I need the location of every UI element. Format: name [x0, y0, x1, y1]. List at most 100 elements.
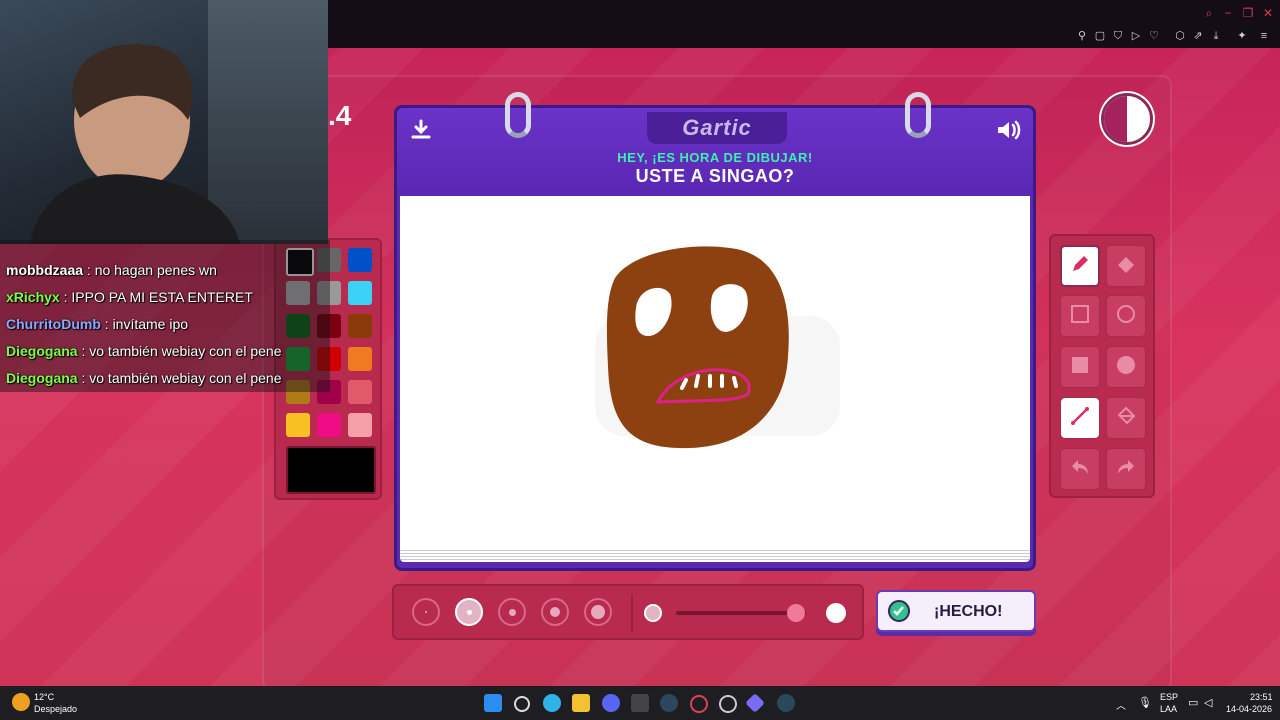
volume-icon[interactable]	[995, 118, 1023, 142]
binder-ring-right	[905, 92, 931, 138]
shield-icon[interactable]: ⛉	[1111, 29, 1125, 43]
ellipse-fill-icon	[1116, 355, 1136, 380]
chat-username: Diegogana	[6, 343, 78, 359]
undo-button[interactable]	[1060, 448, 1100, 490]
brush-size-1[interactable]	[412, 598, 440, 626]
drawing-card: Gartic HEY, ¡ES HORA DE DIBUJAR! USTE A …	[394, 92, 1036, 571]
app-icon[interactable]	[631, 694, 649, 712]
chat-text: IPPO PA MI ESTA ENTERET	[71, 289, 253, 305]
chat-text: vo también webiay con el pene	[89, 343, 282, 359]
binder-ring-left	[505, 92, 531, 138]
windows-start-icon[interactable]	[484, 694, 502, 712]
card-header: Gartic HEY, ¡ES HORA DE DIBUJAR! USTE A …	[397, 108, 1033, 194]
edge-icon[interactable]	[543, 694, 561, 712]
language-code[interactable]: ESP	[1160, 692, 1178, 702]
windows-taskbar: 12°C Despejado ︿ 🎙 ESP LAA ▭ ◁ 23:51 14-…	[0, 686, 1280, 720]
download-icon[interactable]	[409, 118, 433, 142]
gartic-logo: Gartic	[647, 112, 787, 144]
color-swatch[interactable]	[317, 413, 341, 437]
search-icon[interactable]	[514, 696, 530, 712]
done-button[interactable]: ¡HECHO!	[876, 590, 1036, 632]
microphone-icon[interactable]: 🎙	[1138, 696, 1152, 709]
keyboard-layout[interactable]: LAA	[1160, 704, 1177, 714]
chat-username: xRichyx	[6, 289, 60, 305]
chat-username: mobbdzaaa	[6, 262, 84, 278]
chat-text: no hagan penes wn	[94, 262, 217, 278]
brush-size-3[interactable]	[498, 598, 526, 626]
opacity-max-icon	[826, 603, 846, 623]
chat-message: Diegogana : vo también webiay con el pen…	[6, 370, 282, 386]
maximize-button[interactable]: ❐	[1241, 6, 1255, 20]
menu-icon[interactable]: ≡	[1257, 29, 1271, 43]
network-icon[interactable]: ▭	[1188, 696, 1198, 709]
ellipse-outline-tool-button[interactable]	[1106, 295, 1146, 337]
fill-bucket-tool-button[interactable]	[1106, 397, 1146, 439]
steam-icon[interactable]	[777, 694, 795, 712]
play-icon[interactable]: ▷	[1129, 29, 1143, 43]
pencil-tool-button[interactable]	[1060, 245, 1100, 287]
file-explorer-icon[interactable]	[572, 694, 590, 712]
chat-username: ChurritoDumb	[6, 316, 101, 332]
discord-icon[interactable]	[602, 694, 620, 712]
chat-username: Diegogana	[6, 370, 78, 386]
opacity-slider-handle[interactable]	[786, 604, 805, 622]
color-swatch[interactable]	[348, 248, 372, 272]
round-indicator: .4	[328, 100, 352, 131]
rectangle-outline-tool-button[interactable]	[1060, 295, 1100, 337]
ellipse-outline-icon	[1116, 304, 1136, 329]
redo-button[interactable]	[1106, 448, 1146, 490]
divider	[631, 594, 633, 632]
chat-message: ChurritoDumb : invítame ipo	[6, 316, 189, 332]
volume-icon[interactable]: ◁	[1204, 696, 1212, 709]
pin-icon[interactable]: ⚲	[1075, 29, 1089, 43]
color-swatch[interactable]	[348, 281, 372, 305]
ai-icon[interactable]: ✦	[1235, 29, 1249, 43]
color-swatch[interactable]	[286, 413, 310, 437]
clock-time: 23:51	[1250, 692, 1273, 702]
line-icon	[1070, 406, 1090, 431]
streamer-silhouette	[30, 44, 240, 244]
webcam-overlay	[0, 0, 328, 244]
extensions-icon[interactable]: ⬡	[1173, 29, 1187, 43]
done-label: ¡HECHO!	[934, 603, 1003, 620]
obs-icon[interactable]	[719, 695, 737, 713]
close-button[interactable]: ✕	[1261, 6, 1275, 20]
timer-remaining	[1104, 96, 1127, 142]
tool-panel	[1049, 234, 1155, 498]
brush-size-4[interactable]	[541, 598, 569, 626]
color-swatch[interactable]	[348, 380, 372, 404]
share-icon[interactable]: ⇗	[1191, 29, 1205, 43]
color-swatch[interactable]	[348, 314, 372, 338]
chat-text: vo también webiay con el pene	[89, 370, 282, 386]
weather-temp: 12°C	[34, 692, 55, 702]
chat-message: xRichyx : IPPO PA MI ESTA ENTERET	[6, 289, 253, 305]
rectangle-fill-icon	[1070, 355, 1090, 380]
ellipse-fill-tool-button[interactable]	[1106, 346, 1146, 388]
clock-date: 14-04-2026	[1226, 704, 1273, 714]
color-swatch[interactable]	[348, 347, 372, 371]
brush-size-2[interactable]	[455, 598, 483, 626]
eraser-tool-button[interactable]	[1106, 245, 1146, 287]
launcher-icon[interactable]	[745, 693, 765, 713]
screenshot-icon[interactable]: ▢	[1093, 29, 1107, 43]
chat-message: Diegogana : vo también webiay con el pen…	[6, 343, 282, 359]
brush-settings-bar	[392, 584, 864, 640]
weather-icon[interactable]	[12, 693, 30, 711]
selected-color-swatch	[286, 446, 376, 494]
brush-size-5[interactable]	[584, 598, 612, 626]
rectangle-fill-tool-button[interactable]	[1060, 346, 1100, 388]
timer-icon	[1101, 93, 1153, 145]
steam-icon[interactable]	[660, 694, 678, 712]
heart-icon[interactable]: ♡	[1147, 29, 1161, 43]
minimize-button[interactable]: −	[1221, 6, 1235, 20]
chevron-up-icon[interactable]: ︿	[1116, 697, 1126, 712]
color-swatch[interactable]	[348, 413, 372, 437]
redo-icon	[1115, 456, 1137, 483]
chat-text: invítame ipo	[112, 316, 189, 332]
opacity-min-icon	[644, 604, 662, 622]
search-icon[interactable]: ⌕	[1202, 6, 1216, 20]
line-tool-button[interactable]	[1060, 397, 1100, 439]
download-icon[interactable]: ⤓	[1209, 29, 1223, 43]
opera-icon[interactable]	[690, 695, 708, 713]
drawing-canvas[interactable]	[400, 196, 1030, 548]
